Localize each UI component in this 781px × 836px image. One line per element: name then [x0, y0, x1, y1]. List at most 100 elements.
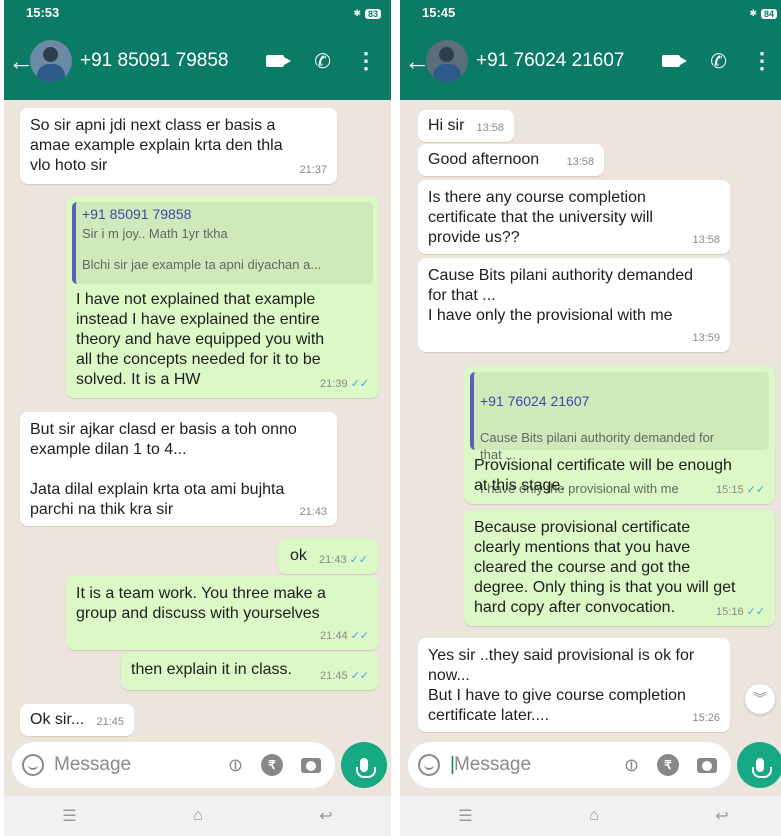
read-receipt-icon: ✓✓	[349, 554, 368, 566]
message-placeholder[interactable]: Message	[454, 754, 624, 776]
message-outgoing[interactable]: It is a team work. You three make a grou…	[66, 576, 379, 650]
contact-avatar[interactable]	[426, 40, 468, 82]
system-nav-bar: ☰ ⌂ ↩	[4, 796, 391, 836]
compose-bar: | Message ⊘ ₹	[400, 738, 781, 796]
read-receipt-icon: ✓✓	[350, 630, 369, 642]
compose-bar: Message ⊘ ₹	[4, 738, 391, 796]
back-arrow-icon[interactable]: ←	[8, 46, 34, 77]
mic-icon	[752, 758, 772, 778]
message-text: So sir apni jdi next class er basis a am…	[30, 117, 283, 174]
message-time: 15:26	[692, 712, 720, 724]
chat-header: ← +91 76024 21607 ✆ ⋮	[400, 22, 781, 100]
mic-button[interactable]	[341, 742, 387, 788]
message-time: 13:59	[692, 332, 720, 344]
message-time: 21:43 ✓✓	[319, 554, 368, 566]
status-icons: ✱ 84	[749, 5, 777, 22]
battery-level: 84	[760, 8, 777, 19]
more-options-icon[interactable]: ⋮	[751, 48, 773, 74]
rupee-pay-icon[interactable]: ₹	[657, 754, 679, 776]
message-input[interactable]: Message ⊘ ₹	[12, 742, 335, 788]
status-time: 15:53	[26, 5, 60, 20]
message-text: Is there any course completion certifica…	[428, 189, 653, 246]
status-icons: ✱ 83	[353, 5, 381, 22]
message-incoming[interactable]: Cause Bits pilani authority demanded for…	[418, 258, 730, 352]
voice-call-icon[interactable]: ✆	[710, 49, 727, 74]
message-outgoing[interactable]: Because provisional certificate clearly …	[464, 510, 775, 626]
message-text: Yes sir ..they said provisional is ok fo…	[428, 647, 695, 724]
message-time: 13:58	[692, 234, 720, 246]
status-time: 15:45	[422, 5, 456, 20]
message-incoming[interactable]: But sir ajkar clasd er basis a toh onno …	[20, 412, 337, 526]
message-input[interactable]: | Message ⊘ ₹	[408, 742, 731, 788]
message-time: 15:15 ✓✓	[716, 484, 765, 496]
camera-icon[interactable]	[697, 757, 717, 773]
quoted-message[interactable]: +91 85091 79858 Sir i m joy.. Math 1yr t…	[72, 202, 373, 284]
bluetooth-icon: ✱	[353, 8, 361, 18]
message-incoming[interactable]: Ok sir... 21:45	[20, 704, 134, 736]
right-phone-screen: 15:45 ✱ 84 ← +91 76024 21607 ✆ ⋮ Hi sir 1…	[400, 0, 781, 836]
message-time: 21:37	[299, 164, 327, 176]
emoji-icon[interactable]	[22, 754, 44, 776]
camera-icon[interactable]	[301, 757, 321, 773]
back-nav-icon[interactable]: ↩	[715, 806, 728, 826]
chat-header: ← +91 85091 79858 ✆ ⋮	[4, 22, 391, 100]
home-nav-icon[interactable]: ⌂	[589, 807, 599, 825]
message-outgoing[interactable]: ok 21:43 ✓✓	[278, 538, 378, 574]
message-incoming[interactable]: Is there any course completion certifica…	[418, 180, 730, 254]
message-placeholder[interactable]: Message	[54, 754, 228, 776]
message-time: 21:45	[96, 716, 124, 728]
message-incoming[interactable]: Hi sir 13:58	[418, 110, 514, 142]
message-time: 21:45 ✓✓	[320, 670, 369, 682]
more-options-icon[interactable]: ⋮	[355, 48, 377, 74]
status-bar: 15:53 ✱ 83	[4, 0, 391, 22]
message-time: 21:43	[299, 506, 327, 518]
left-phone-screen: 15:53 ✱ 83 ← +91 85091 79858 ✆ ⋮ So sir a…	[4, 0, 391, 836]
rupee-pay-icon[interactable]: ₹	[261, 754, 283, 776]
scroll-down-icon[interactable]: ︾	[745, 684, 775, 714]
message-text: But sir ajkar clasd er basis a toh onno …	[30, 421, 297, 518]
contact-avatar[interactable]	[30, 40, 72, 82]
home-nav-icon[interactable]: ⌂	[193, 807, 203, 825]
system-nav-bar: ☰ ⌂ ↩	[400, 796, 781, 836]
message-time: 13:58	[566, 156, 594, 168]
emoji-icon[interactable]	[418, 754, 440, 776]
read-receipt-icon: ✓✓	[746, 606, 765, 618]
quoted-sender: +91 76024 21607	[480, 393, 590, 409]
status-bar: 15:45 ✱ 84	[400, 0, 781, 22]
chat-area[interactable]: So sir apni jdi next class er basis a am…	[4, 100, 391, 738]
back-arrow-icon[interactable]: ←	[404, 46, 430, 77]
quoted-line: Sir i m joy.. Math 1yr tkha	[82, 226, 228, 241]
read-receipt-icon: ✓✓	[350, 670, 369, 682]
screenshot-collage: 15:53 ✱ 83 ← +91 85091 79858 ✆ ⋮ So sir a…	[0, 0, 781, 836]
recents-nav-icon[interactable]: ☰	[458, 806, 472, 826]
message-time: 21:44 ✓✓	[320, 630, 369, 642]
message-incoming[interactable]: Good afternoon 13:58	[418, 144, 604, 176]
quoted-sender: +91 85091 79858	[82, 206, 192, 222]
bluetooth-icon: ✱	[749, 8, 757, 18]
message-time: 13:58	[476, 122, 504, 134]
quoted-message[interactable]: +91 76024 21607 Cause Bits pilani author…	[470, 372, 769, 496]
video-call-icon[interactable]	[266, 55, 292, 67]
quoted-line: Blchi sir jae example ta apni diyachan a…	[82, 257, 322, 272]
message-outgoing-reply[interactable]: +91 85091 79858 Sir i m joy.. Math 1yr t…	[66, 196, 379, 398]
message-text: Cause Bits pilani authority demanded for…	[428, 267, 694, 324]
message-time: 15:16 ✓✓	[716, 606, 765, 618]
video-call-icon[interactable]	[662, 55, 688, 67]
message-outgoing[interactable]: then explain it in class. 21:45 ✓✓	[121, 652, 379, 690]
message-incoming[interactable]: So sir apni jdi next class er basis a am…	[20, 108, 337, 184]
message-incoming[interactable]: Yes sir ..they said provisional is ok fo…	[418, 638, 730, 732]
chat-area[interactable]: Hi sir 13:58 Good afternoon 13:58 Is the…	[400, 100, 781, 738]
recents-nav-icon[interactable]: ☰	[62, 806, 76, 826]
contact-name[interactable]: +91 85091 79858	[80, 50, 266, 72]
contact-name[interactable]: +91 76024 21607	[476, 50, 662, 72]
mic-icon	[356, 758, 376, 778]
message-time: 21:39 ✓✓	[320, 378, 369, 390]
battery-level: 83	[364, 8, 381, 19]
message-text: It is a team work. You three make a grou…	[76, 585, 326, 622]
read-receipt-icon: ✓✓	[350, 378, 369, 390]
mic-button[interactable]	[737, 742, 781, 788]
message-outgoing-reply[interactable]: +91 76024 21607 Cause Bits pilani author…	[464, 366, 775, 504]
read-receipt-icon: ✓✓	[746, 484, 765, 496]
voice-call-icon[interactable]: ✆	[314, 49, 331, 74]
back-nav-icon[interactable]: ↩	[319, 806, 332, 826]
